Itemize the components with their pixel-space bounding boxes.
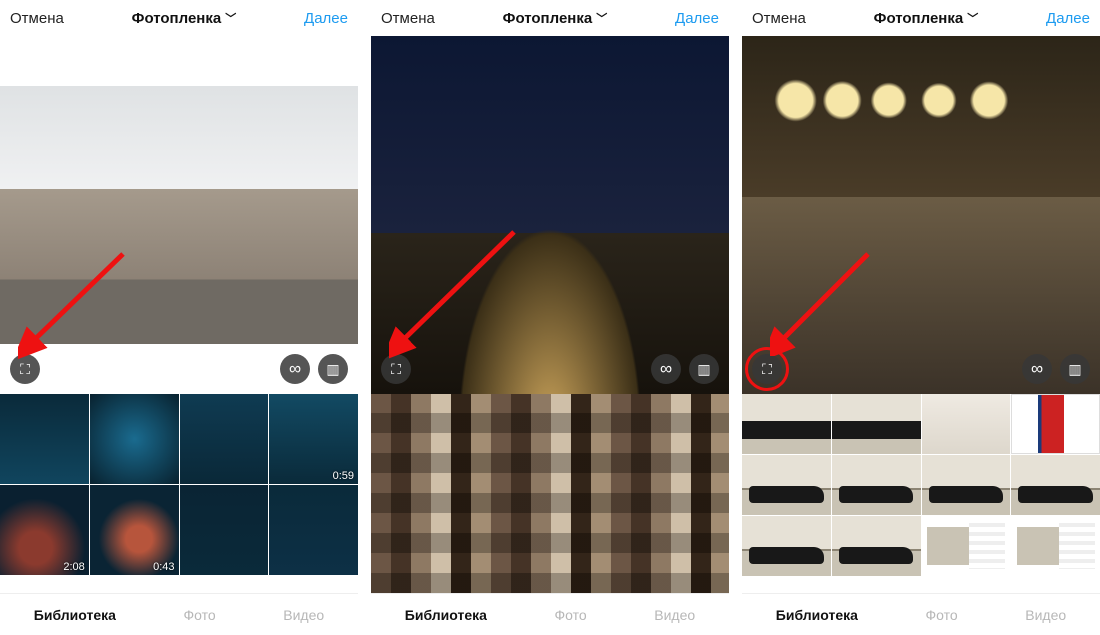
header-bar: Отмена Фотопленка ﹀ Далее [0,0,358,36]
expand-icon: ⛶ [762,361,772,378]
gallery-thumb[interactable] [742,455,831,515]
preview-image [371,36,729,394]
tab-video[interactable]: Видео [1025,607,1066,623]
gallery-thumb[interactable] [832,394,921,454]
gallery-thumb[interactable] [1011,516,1100,576]
gallery-thumb[interactable]: 0:43 [90,485,179,575]
expand-icon: ⛶ [391,361,401,378]
gallery-grid[interactable] [371,394,729,593]
gallery-grid[interactable] [742,394,1100,593]
tab-video[interactable]: Видео [654,607,695,623]
album-picker[interactable]: Фотопленка ﹀ [874,10,979,27]
album-picker[interactable]: Фотопленка ﹀ [132,10,237,27]
cancel-button[interactable]: Отмена [381,10,435,27]
next-button[interactable]: Далее [304,10,348,27]
tab-video[interactable]: Видео [283,607,324,623]
layout-icon: ▥ [1068,361,1081,378]
gallery-thumb[interactable] [922,516,1011,576]
gallery-thumb[interactable]: 2:08 [0,485,89,575]
expand-icon: ⛶ [20,361,30,378]
gallery-thumb[interactable] [1011,455,1100,515]
album-title: Фотопленка [874,10,964,27]
chevron-down-icon: ﹀ [596,10,607,26]
multi-select-button[interactable]: ▥ [318,354,348,384]
video-duration: 2:08 [63,561,84,573]
gallery-thumb[interactable] [90,394,179,484]
cancel-button[interactable]: Отмена [10,10,64,27]
bottom-tabs: Библиотека Фото Видео [742,593,1100,635]
gallery-thumb[interactable] [180,394,269,484]
expand-crop-button[interactable]: ⛶ [10,354,40,384]
gallery-thumb[interactable] [742,394,831,454]
layout-icon: ▥ [697,361,710,378]
preview-image [0,86,358,344]
video-duration: 0:43 [153,561,174,573]
boomerang-button[interactable]: ∞ [1022,354,1052,384]
cancel-button[interactable]: Отмена [752,10,806,27]
expand-crop-button[interactable]: ⛶ [381,354,411,384]
album-title: Фотопленка [132,10,222,27]
layout-icon: ▥ [326,361,339,378]
gallery-thumb[interactable] [832,455,921,515]
video-duration: 0:59 [333,470,354,482]
gallery-grid[interactable]: 0:59 2:08 0:43 [0,394,358,593]
tab-library[interactable]: Библиотека [405,607,487,623]
infinity-icon: ∞ [1031,359,1043,379]
photo-preview[interactable]: ⛶ ∞ ▥ [742,36,1100,394]
header-bar: Отмена Фотопленка ﹀ Далее [371,0,729,36]
header-bar: Отмена Фотопленка ﹀ Далее [742,0,1100,36]
album-title: Фотопленка [503,10,593,27]
phone-screen-2: Отмена Фотопленка ﹀ Далее ⛶ ∞ ▥ Библиоте… [371,0,729,635]
multi-select-button[interactable]: ▥ [1060,354,1090,384]
phone-screen-3: Отмена Фотопленка ﹀ Далее ⛶ ∞ ▥ [742,0,1100,635]
photo-preview[interactable]: ⛶ ∞ ▥ [371,36,729,394]
gallery-thumb[interactable] [180,485,269,575]
expand-crop-button[interactable]: ⛶ [752,354,782,384]
boomerang-button[interactable]: ∞ [280,354,310,384]
next-button[interactable]: Далее [1046,10,1090,27]
chevron-down-icon: ﹀ [967,10,978,26]
infinity-icon: ∞ [660,359,672,379]
tab-library[interactable]: Библиотека [776,607,858,623]
chevron-down-icon: ﹀ [225,10,236,26]
gallery-thumb[interactable] [832,516,921,576]
gallery-thumb[interactable]: 0:59 [269,394,358,484]
boomerang-button[interactable]: ∞ [651,354,681,384]
gallery-blurred [371,394,729,593]
gallery-thumb[interactable] [0,394,89,484]
tab-photo[interactable]: Фото [926,607,958,623]
tab-library[interactable]: Библиотека [34,607,116,623]
gallery-thumb[interactable] [269,485,358,575]
preview-image [742,36,1100,394]
photo-preview[interactable]: ⛶ ∞ ▥ [0,36,358,394]
bottom-tabs: Библиотека Фото Видео [371,593,729,635]
bottom-tabs: Библиотека Фото Видео [0,593,358,635]
gallery-thumb[interactable] [922,394,1011,454]
infinity-icon: ∞ [289,359,301,379]
gallery-thumb[interactable] [1011,394,1100,454]
album-picker[interactable]: Фотопленка ﹀ [503,10,608,27]
tab-photo[interactable]: Фото [184,607,216,623]
tab-photo[interactable]: Фото [555,607,587,623]
multi-select-button[interactable]: ▥ [689,354,719,384]
gallery-thumb[interactable] [922,455,1011,515]
gallery-thumb[interactable] [742,516,831,576]
phone-screen-1: Отмена Фотопленка ﹀ Далее ⛶ ∞ ▥ 0 [0,0,358,635]
next-button[interactable]: Далее [675,10,719,27]
